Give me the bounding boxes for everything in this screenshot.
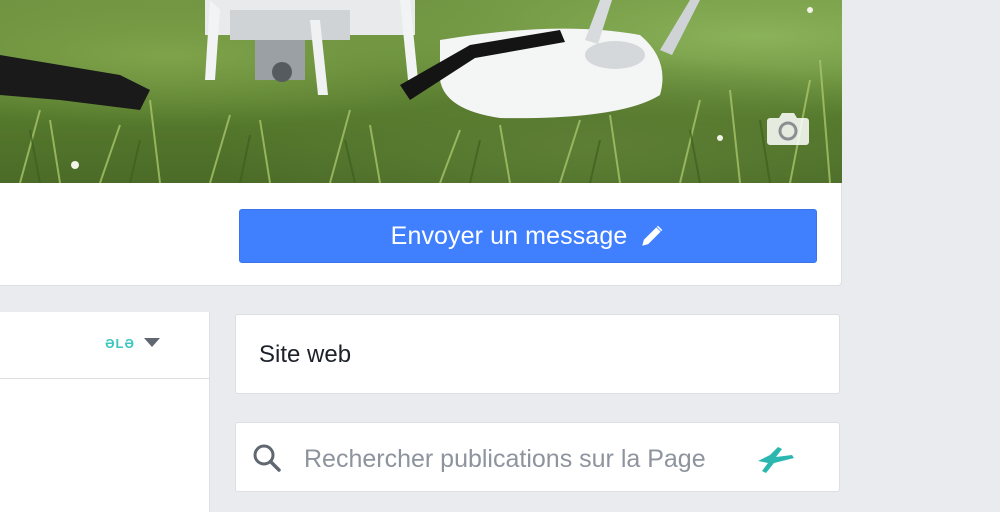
camera-icon[interactable] xyxy=(766,110,810,146)
brand-logo[interactable]: ƏLƏ xyxy=(104,327,136,359)
website-label[interactable]: Site web xyxy=(259,341,351,369)
pencil-icon xyxy=(642,225,663,246)
send-message-label: Envoyer un message xyxy=(390,221,628,250)
left-panel-header: ƏLƏ xyxy=(0,312,209,379)
cover-photo[interactable] xyxy=(0,0,842,183)
page-search-box xyxy=(235,422,840,492)
website-card[interactable]: Site web xyxy=(235,314,840,394)
brand-mark-icon xyxy=(758,447,794,473)
search-input[interactable] xyxy=(302,439,746,479)
caret-down-icon[interactable] xyxy=(144,338,160,347)
cover-photo-image xyxy=(0,0,831,183)
search-icon[interactable] xyxy=(252,443,282,473)
page-cover-card: Envoyer un message xyxy=(0,0,842,286)
send-message-button[interactable]: Envoyer un message xyxy=(239,209,817,263)
left-panel-card: ƏLƏ xyxy=(0,312,210,512)
